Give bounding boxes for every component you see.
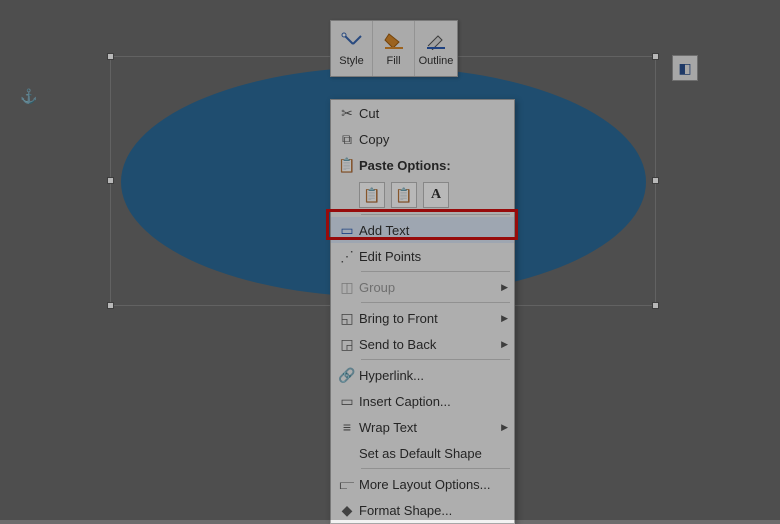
layout-options-button[interactable]: ◧ — [672, 55, 698, 81]
style-button[interactable]: Style — [331, 21, 373, 76]
menu-add-text[interactable]: ▭ Add Text — [331, 217, 514, 243]
menu-group-label: Group — [359, 280, 501, 295]
menu-paste-options-label: Paste Options: — [359, 158, 508, 173]
menu-cut-label: Cut — [359, 106, 508, 121]
paste-option-3[interactable]: A — [423, 182, 449, 208]
separator — [361, 359, 510, 360]
outline-icon — [424, 30, 448, 52]
menu-edit-points-label: Edit Points — [359, 249, 508, 264]
style-label: Style — [339, 55, 363, 67]
bring-front-icon: ◱ — [335, 308, 359, 328]
resize-handle[interactable] — [652, 302, 659, 309]
paste-options-row: 📋 📋 A — [331, 178, 514, 212]
menu-hyperlink-label: Hyperlink... — [359, 368, 508, 383]
separator — [361, 271, 510, 272]
menu-insert-caption-label: Insert Caption... — [359, 394, 508, 409]
menu-edit-points[interactable]: ⋰ Edit Points — [331, 243, 514, 269]
menu-insert-caption[interactable]: ▭ Insert Caption... — [331, 388, 514, 414]
menu-more-layout-label: More Layout Options... — [359, 477, 508, 492]
menu-add-text-label: Add Text — [359, 223, 508, 238]
menu-paste-options-header: 📋 Paste Options: — [331, 152, 514, 178]
menu-set-default-shape[interactable]: Set as Default Shape — [331, 440, 514, 466]
submenu-arrow-icon: ▶ — [501, 313, 508, 324]
menu-copy-label: Copy — [359, 132, 508, 147]
caption-icon: ▭ — [335, 391, 359, 411]
menu-copy[interactable]: ⧉ Copy — [331, 126, 514, 152]
separator — [361, 214, 510, 215]
menu-hyperlink[interactable]: 🔗 Hyperlink... — [331, 362, 514, 388]
fill-icon — [382, 30, 406, 52]
menu-set-default-label: Set as Default Shape — [359, 446, 508, 461]
resize-handle[interactable] — [107, 53, 114, 60]
resize-handle[interactable] — [107, 177, 114, 184]
menu-send-to-back-label: Send to Back — [359, 337, 501, 352]
mini-format-toolbar: Style Fill Outline — [330, 20, 458, 77]
send-back-icon: ◲ — [335, 334, 359, 354]
menu-format-shape-label: Format Shape... — [359, 503, 508, 518]
menu-wrap-text[interactable]: ≡ Wrap Text ▶ — [331, 414, 514, 440]
fill-button[interactable]: Fill — [373, 21, 415, 76]
copy-icon: ⧉ — [335, 129, 359, 149]
hyperlink-icon: 🔗 — [335, 365, 359, 385]
outline-button[interactable]: Outline — [415, 21, 457, 76]
menu-format-shape[interactable]: ◆ Format Shape... — [331, 497, 514, 523]
menu-group: ◫ Group ▶ — [331, 274, 514, 300]
menu-cut[interactable]: ✂ Cut — [331, 100, 514, 126]
menu-bring-to-front[interactable]: ◱ Bring to Front ▶ — [331, 305, 514, 331]
edit-points-icon: ⋰ — [335, 246, 359, 266]
scissors-icon: ✂ — [335, 103, 359, 123]
menu-more-layout-options[interactable]: ⫍ More Layout Options... — [331, 471, 514, 497]
layout-icon: ⫍ — [335, 474, 359, 494]
separator — [361, 468, 510, 469]
wrap-text-icon: ≡ — [335, 417, 359, 437]
resize-handle[interactable] — [107, 302, 114, 309]
resize-handle[interactable] — [652, 53, 659, 60]
fill-label: Fill — [386, 55, 400, 67]
paste-option-1[interactable]: 📋 — [359, 182, 385, 208]
menu-bring-to-front-label: Bring to Front — [359, 311, 501, 326]
add-text-icon: ▭ — [335, 220, 359, 240]
submenu-arrow-icon: ▶ — [501, 282, 508, 293]
paste-option-2[interactable]: 📋 — [391, 182, 417, 208]
resize-handle[interactable] — [652, 177, 659, 184]
separator — [361, 302, 510, 303]
shape-context-menu: ✂ Cut ⧉ Copy 📋 Paste Options: 📋 📋 A ▭ Ad… — [330, 99, 515, 524]
anchor-icon: ⚓ — [20, 88, 37, 105]
submenu-arrow-icon: ▶ — [501, 422, 508, 433]
menu-wrap-text-label: Wrap Text — [359, 420, 501, 435]
format-shape-icon: ◆ — [335, 500, 359, 520]
group-icon: ◫ — [335, 277, 359, 297]
style-icon — [340, 30, 364, 52]
submenu-arrow-icon: ▶ — [501, 339, 508, 350]
menu-send-to-back[interactable]: ◲ Send to Back ▶ — [331, 331, 514, 357]
clipboard-icon: 📋 — [335, 155, 359, 175]
outline-label: Outline — [419, 55, 454, 67]
blank-icon — [335, 443, 359, 463]
layout-options-icon: ◧ — [678, 60, 691, 77]
